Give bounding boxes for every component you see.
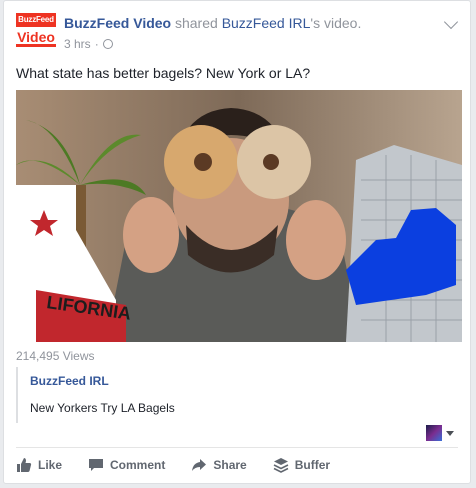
- video-player[interactable]: LIFORNIA: [16, 90, 462, 342]
- view-count: 214,495 Views: [16, 349, 95, 363]
- post-as-selector[interactable]: [426, 425, 454, 441]
- action-bar: Like Comment Share Buffer: [16, 453, 356, 477]
- buffer-label: Buffer: [294, 458, 331, 472]
- post-message: What state has better bagels? New York o…: [16, 65, 311, 81]
- page-avatar[interactable]: BuzzFeed Video: [16, 13, 56, 47]
- post-header: BuzzFeed Video shared BuzzFeed IRL's vid…: [64, 15, 361, 31]
- shared-word: shared: [174, 15, 218, 31]
- user-avatar: [426, 425, 442, 441]
- caret-down-icon: [446, 430, 454, 436]
- actions-divider: [16, 447, 458, 448]
- shared-video-attachment[interactable]: BuzzFeed IRL New Yorkers Try LA Bagels: [16, 367, 462, 423]
- author-link[interactable]: BuzzFeed Video: [64, 15, 171, 31]
- post-meta: 3 hrs ·: [64, 37, 113, 51]
- post-card: BuzzFeed Video BuzzFeed Video shared Buz…: [3, 0, 471, 484]
- video-title[interactable]: New Yorkers Try LA Bagels: [30, 401, 175, 415]
- globe-icon[interactable]: [102, 39, 113, 49]
- source-page-link[interactable]: BuzzFeed IRL: [30, 374, 109, 388]
- comment-bubble-icon: [89, 459, 104, 471]
- shared-suffix: 's video.: [310, 15, 362, 31]
- logo-top-text: BuzzFeed: [16, 13, 56, 27]
- share-button[interactable]: Share: [191, 457, 247, 473]
- like-label: Like: [38, 458, 63, 472]
- buffer-button[interactable]: Buffer: [273, 457, 330, 473]
- share-label: Share: [213, 458, 247, 472]
- post-timestamp[interactable]: 3 hrs: [64, 37, 91, 51]
- logo-bottom-text: Video: [16, 29, 56, 47]
- comment-button[interactable]: Comment: [88, 457, 165, 473]
- share-arrow-icon: [192, 459, 207, 471]
- chevron-down-icon[interactable]: [443, 14, 459, 30]
- video-thumbnail: LIFORNIA: [16, 90, 462, 342]
- comment-label: Comment: [110, 458, 166, 472]
- meta-separator: ·: [94, 37, 99, 51]
- thumbs-up-icon: [17, 458, 32, 472]
- like-button[interactable]: Like: [16, 457, 62, 473]
- buffer-stack-icon: [273, 458, 289, 473]
- shared-page-link[interactable]: BuzzFeed IRL: [222, 15, 311, 31]
